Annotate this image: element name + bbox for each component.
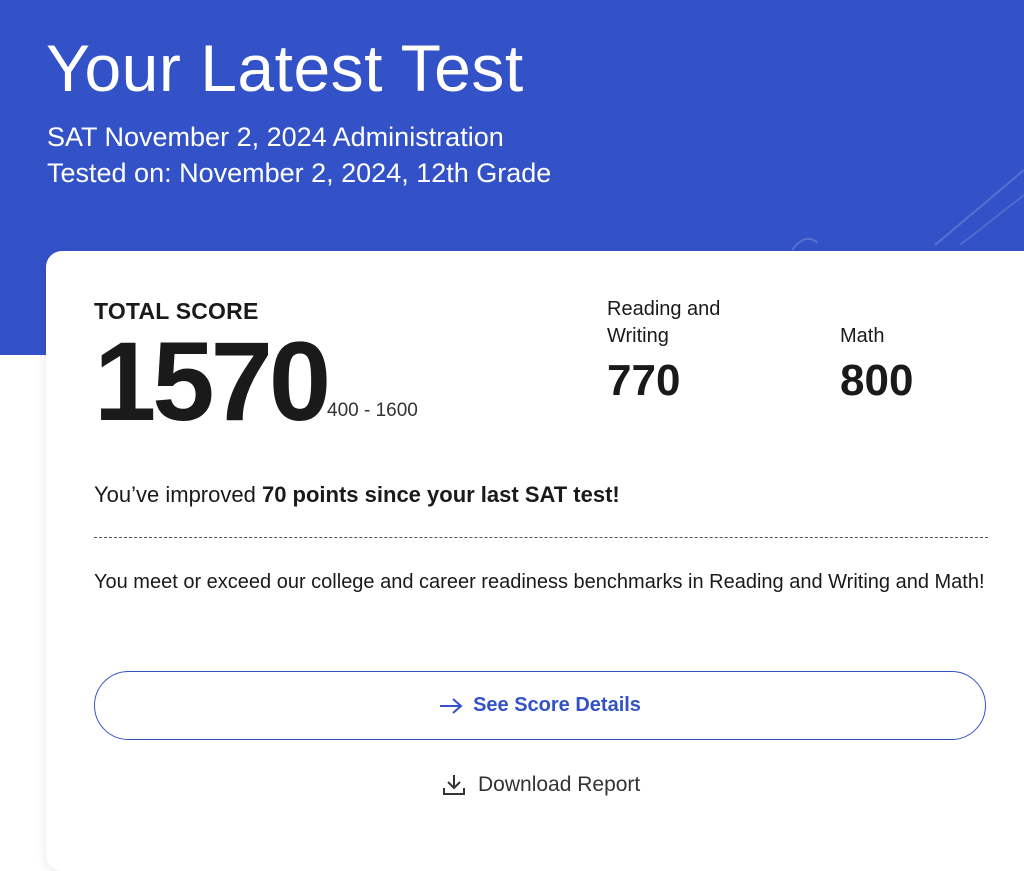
math-label: Math	[840, 325, 885, 347]
see-score-details-button[interactable]: See Score Details	[94, 671, 986, 740]
score-card: TOTAL SCORE 1570 400 - 1600 Reading and …	[46, 251, 1024, 871]
reading-writing-score: 770	[607, 356, 681, 405]
reading-writing-label: Reading and Writing	[607, 298, 721, 347]
tested-on-date: Tested on: November 2, 2024, 12th Grade	[47, 158, 552, 188]
test-administration-name: SAT November 2, 2024 Administration	[47, 122, 504, 152]
score-range: 400 - 1600	[327, 400, 418, 421]
download-report-link[interactable]: Download Report	[442, 773, 640, 797]
see-score-details-label: See Score Details	[473, 694, 641, 716]
math-score: 800	[840, 356, 914, 405]
benchmark-message: You meet or exceed our college and caree…	[94, 571, 985, 593]
improvement-highlight: 70 points since your last SAT test!	[261, 482, 620, 507]
arrow-right-icon	[439, 697, 463, 715]
download-report-label: Download Report	[478, 773, 641, 796]
total-score-value: 1570	[94, 319, 331, 444]
download-icon	[442, 774, 466, 796]
improvement-message: You’ve improved 70 points since your las…	[94, 481, 620, 509]
improvement-prefix: You’ve improved	[94, 482, 262, 507]
page-title: Your Latest Test	[46, 31, 524, 105]
dashed-divider	[94, 537, 988, 538]
